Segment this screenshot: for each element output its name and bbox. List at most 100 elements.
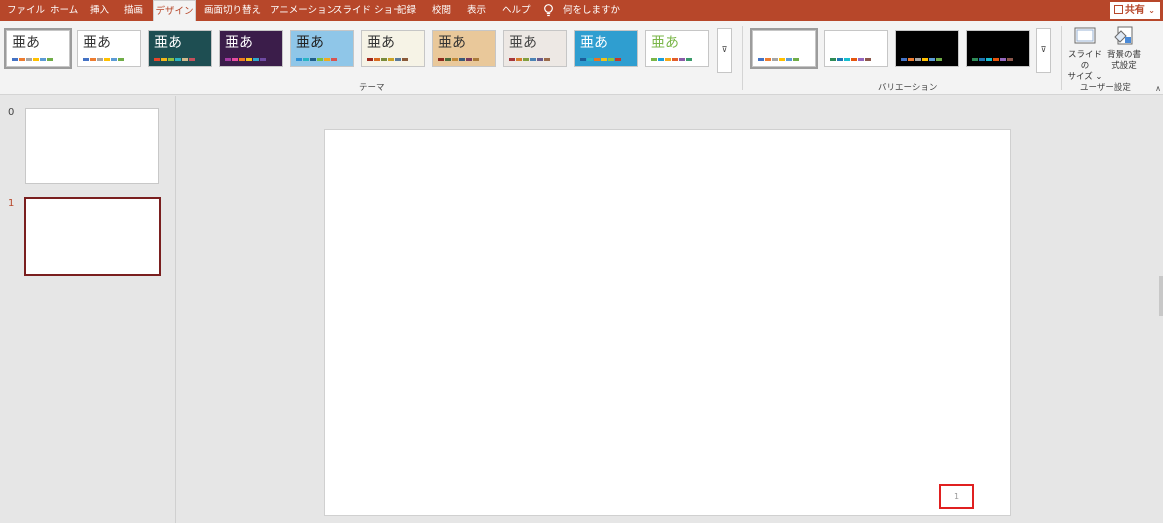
chevron-down-icon: ⌄ (1148, 6, 1155, 15)
slide-size-icon (1074, 27, 1096, 44)
color-swatch (33, 58, 39, 61)
color-swatch (303, 58, 309, 61)
theme-thumbnail[interactable]: 亜あ (574, 30, 638, 67)
color-swatch (608, 58, 614, 61)
format-background-line1: 背景の書 (1106, 50, 1141, 60)
tab-animations[interactable]: アニメーション (270, 0, 336, 21)
color-swatch (615, 58, 621, 61)
customize-group-label: ユーザー設定 (1080, 83, 1131, 93)
color-swatch (175, 58, 181, 61)
tab-review[interactable]: 校閲 (432, 0, 451, 21)
color-swatch (182, 58, 188, 61)
variation-color-swatches (972, 58, 1013, 61)
color-swatch (523, 58, 529, 61)
color-swatch (993, 58, 999, 61)
variation-thumbnail[interactable] (750, 28, 818, 69)
theme-thumbnail[interactable]: 亜あ (77, 30, 141, 67)
theme-thumbnail[interactable]: 亜あ (645, 30, 709, 67)
tab-design[interactable]: デザイン (153, 0, 196, 21)
collapse-ribbon-button[interactable]: ∧ (1155, 84, 1161, 93)
variation-thumbnail[interactable] (895, 30, 959, 67)
theme-sample-text: 亜あ (83, 35, 111, 51)
color-swatch (168, 58, 174, 61)
tab-draw[interactable]: 描画 (124, 0, 143, 21)
theme-color-swatches (12, 58, 53, 61)
color-swatch (830, 58, 836, 61)
variation-thumbnail[interactable] (966, 30, 1030, 67)
color-swatch (40, 58, 46, 61)
color-swatch (580, 58, 586, 61)
variation-color-swatches (830, 58, 871, 61)
variation-thumbnail[interactable] (824, 30, 888, 67)
theme-thumbnail[interactable]: 亜あ (290, 30, 354, 67)
scrollbar-thumb[interactable] (1159, 276, 1163, 316)
color-swatch (367, 58, 373, 61)
tab-insert[interactable]: 挿入 (90, 0, 109, 21)
color-swatch (388, 58, 394, 61)
themes-group-label: テーマ (359, 83, 385, 93)
slide-canvas[interactable]: 1 (324, 129, 1011, 516)
color-swatch (154, 58, 160, 61)
color-swatch (915, 58, 921, 61)
theme-sample-text: 亜あ (296, 35, 324, 51)
slide-number-placeholder[interactable]: 1 (939, 484, 974, 509)
variations-more-button[interactable]: ⊽ (1036, 28, 1051, 73)
color-swatch (104, 58, 110, 61)
theme-sample-text: 亜あ (580, 35, 608, 51)
theme-thumbnail[interactable]: 亜あ (503, 30, 567, 67)
tab-slideshow[interactable]: スライド ショー (333, 0, 403, 21)
color-swatch (651, 58, 657, 61)
format-background-icon (1114, 26, 1133, 45)
tab-help[interactable]: ヘルプ (502, 0, 531, 21)
slide-size-line1: スライドの (1067, 50, 1102, 71)
share-button[interactable]: 共有 ⌄ (1109, 2, 1160, 19)
format-background-button[interactable]: 背景の書 式設定 (1104, 25, 1144, 72)
slide-size-button[interactable]: スライドの サイズ ⌄ (1065, 25, 1105, 83)
theme-color-swatches (509, 58, 550, 61)
ribbon-design-panel: 亜あ 亜あ 亜あ 亜あ 亜あ 亜あ 亜あ 亜あ 亜あ 亜あ ⊽ テーマ ⊽ バリエーション スライ… (0, 21, 1163, 95)
color-swatch (908, 58, 914, 61)
theme-thumbnail[interactable]: 亜あ (432, 30, 496, 67)
color-swatch (672, 58, 678, 61)
theme-color-swatches (367, 58, 408, 61)
tab-home[interactable]: ホーム (50, 0, 78, 21)
variation-color-swatches (758, 58, 799, 61)
slide-number: 0 (8, 107, 15, 118)
color-swatch (466, 58, 472, 61)
color-swatch (225, 58, 231, 61)
theme-thumbnail[interactable]: 亜あ (219, 30, 283, 67)
vertical-scrollbar[interactable] (1159, 96, 1163, 523)
themes-more-button[interactable]: ⊽ (717, 28, 732, 73)
color-swatch (459, 58, 465, 61)
color-swatch (246, 58, 252, 61)
slide-thumbnail-pane: 0 1 (0, 96, 176, 523)
color-swatch (509, 58, 515, 61)
tab-transitions[interactable]: 画面切り替え (204, 0, 261, 21)
theme-thumbnail[interactable]: 亜あ (361, 30, 425, 67)
theme-thumbnail[interactable]: 亜あ (4, 28, 72, 69)
color-swatch (310, 58, 316, 61)
theme-color-swatches (438, 58, 479, 61)
slide-thumbnail-1[interactable] (24, 197, 161, 276)
color-swatch (12, 58, 18, 61)
variation-color-swatches (901, 58, 942, 61)
theme-sample-text: 亜あ (154, 35, 182, 51)
color-swatch (758, 58, 764, 61)
theme-sample-text: 亜あ (225, 35, 253, 51)
color-swatch (47, 58, 53, 61)
color-swatch (537, 58, 543, 61)
tab-record[interactable]: 記録 (397, 0, 416, 21)
color-swatch (793, 58, 799, 61)
color-swatch (253, 58, 259, 61)
color-swatch (239, 58, 245, 61)
color-swatch (452, 58, 458, 61)
color-swatch (922, 58, 928, 61)
slide-thumbnail-0[interactable] (25, 108, 159, 184)
theme-thumbnail[interactable]: 亜あ (148, 30, 212, 67)
divider (742, 26, 743, 90)
color-swatch (837, 58, 843, 61)
tab-view[interactable]: 表示 (467, 0, 486, 21)
tab-file[interactable]: ファイル (7, 0, 45, 21)
color-swatch (19, 58, 25, 61)
theme-sample-text: 亜あ (438, 35, 466, 51)
